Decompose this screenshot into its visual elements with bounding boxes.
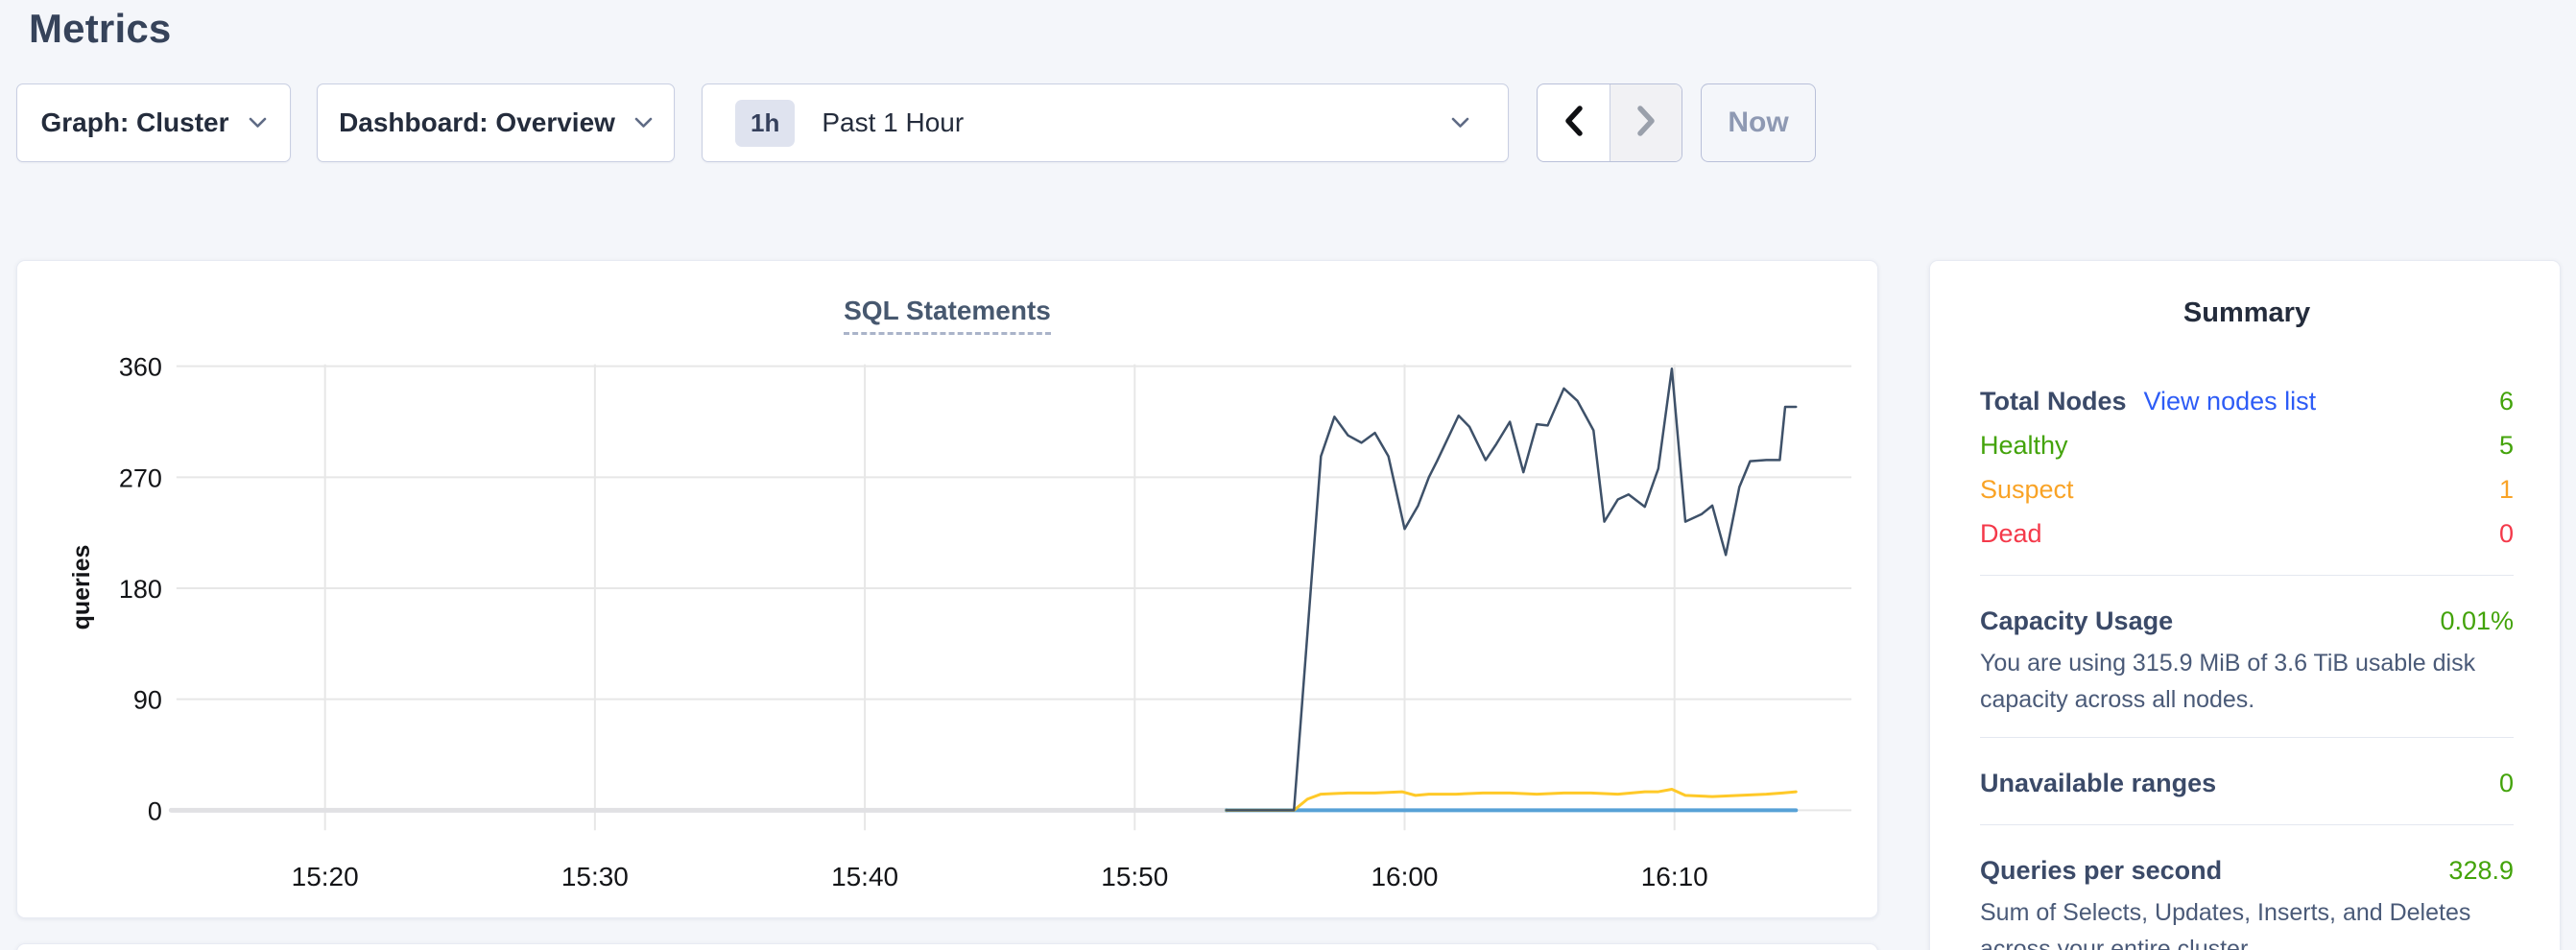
- unavailable-ranges-label: Unavailable ranges: [1980, 769, 2216, 798]
- graph-dropdown-label: Graph: Cluster: [40, 107, 228, 138]
- now-button[interactable]: Now: [1701, 83, 1816, 162]
- healthy-value: 5: [2499, 431, 2514, 461]
- sql-statements-chart: 0 90 180 270 360 15:20 15:30 15:40 15:50 16:00 16:…: [17, 261, 1877, 917]
- dead-value: 0: [2499, 519, 2514, 549]
- chevron-left-icon: [1562, 105, 1586, 142]
- previous-time-button[interactable]: [1538, 84, 1610, 161]
- x-tick-label: 15:20: [292, 862, 359, 891]
- dead-nodes-row: Dead 0: [1980, 511, 2514, 556]
- capacity-usage-row: Capacity Usage 0.01%: [1980, 599, 2514, 643]
- graph-dropdown[interactable]: Graph: Cluster: [16, 83, 291, 162]
- dark-navy-series: [1227, 368, 1796, 810]
- chevron-down-icon: [249, 117, 267, 129]
- queries-per-second-label: Queries per second: [1980, 856, 2222, 886]
- y-tick-label: 360: [119, 353, 162, 382]
- y-tick-label: 270: [119, 463, 162, 492]
- next-time-button[interactable]: [1610, 84, 1682, 161]
- total-nodes-label: Total Nodes: [1980, 387, 2127, 416]
- chevron-down-icon: [634, 117, 653, 129]
- unavailable-ranges-value: 0: [2499, 769, 2514, 798]
- chevron-right-icon: [1634, 105, 1658, 142]
- divider: [1980, 737, 2514, 738]
- chevron-down-icon: [1451, 117, 1469, 129]
- unavailable-ranges-row: Unavailable ranges 0: [1980, 761, 2514, 805]
- summary-panel: Summary Total Nodes View nodes list 6 He…: [1929, 260, 2561, 950]
- time-step-buttons: [1537, 83, 1682, 162]
- queries-per-second-caption: Sum of Selects, Updates, Inserts, and De…: [1980, 894, 2514, 950]
- dashboard-dropdown-label: Dashboard: Overview: [339, 107, 615, 138]
- view-nodes-list-link[interactable]: View nodes list: [2144, 387, 2317, 416]
- time-range-label: Past 1 Hour: [822, 107, 964, 138]
- chart-title[interactable]: SQL Statements: [844, 296, 1051, 335]
- y-axis-label: queries: [68, 545, 95, 630]
- x-tick-label: 16:00: [1371, 862, 1439, 891]
- capacity-usage-caption: You are using 315.9 MiB of 3.6 TiB usabl…: [1980, 645, 2514, 718]
- y-tick-label: 90: [133, 686, 162, 715]
- y-tick-label: 180: [119, 575, 162, 604]
- healthy-nodes-row: Healthy 5: [1980, 423, 2514, 467]
- dashboard-dropdown[interactable]: Dashboard: Overview: [317, 83, 675, 162]
- capacity-usage-label: Capacity Usage: [1980, 606, 2173, 636]
- total-nodes-row: Total Nodes View nodes list 6: [1980, 379, 2514, 423]
- y-tick-label: 0: [148, 796, 162, 825]
- suspect-value: 1: [2499, 475, 2514, 505]
- time-range-badge: 1h: [735, 100, 795, 147]
- x-tick-label: 16:10: [1641, 862, 1708, 891]
- page-title: Metrics: [29, 6, 171, 52]
- suspect-nodes-row: Suspect 1: [1980, 467, 2514, 511]
- next-chart-card: [16, 943, 1878, 950]
- x-tick-label: 15:50: [1101, 862, 1168, 891]
- queries-per-second-row: Queries per second 328.9: [1980, 848, 2514, 892]
- divider: [1980, 575, 2514, 576]
- healthy-label: Healthy: [1980, 431, 2068, 461]
- x-tick-label: 15:40: [831, 862, 898, 891]
- capacity-usage-value: 0.01%: [2440, 606, 2514, 636]
- summary-title: Summary: [1980, 297, 2514, 329]
- x-tick-label: 15:30: [561, 862, 629, 891]
- dead-label: Dead: [1980, 519, 2042, 549]
- sql-statements-chart-card: SQL Statements 0 90 180 270 360 15:20 15:30 15:…: [16, 260, 1878, 918]
- yellow-series: [1227, 789, 1796, 810]
- divider: [1980, 824, 2514, 825]
- suspect-label: Suspect: [1980, 475, 2074, 505]
- queries-per-second-value: 328.9: [2448, 856, 2514, 886]
- time-range-selector[interactable]: 1h Past 1 Hour: [702, 83, 1509, 162]
- total-nodes-value: 6: [2499, 387, 2514, 416]
